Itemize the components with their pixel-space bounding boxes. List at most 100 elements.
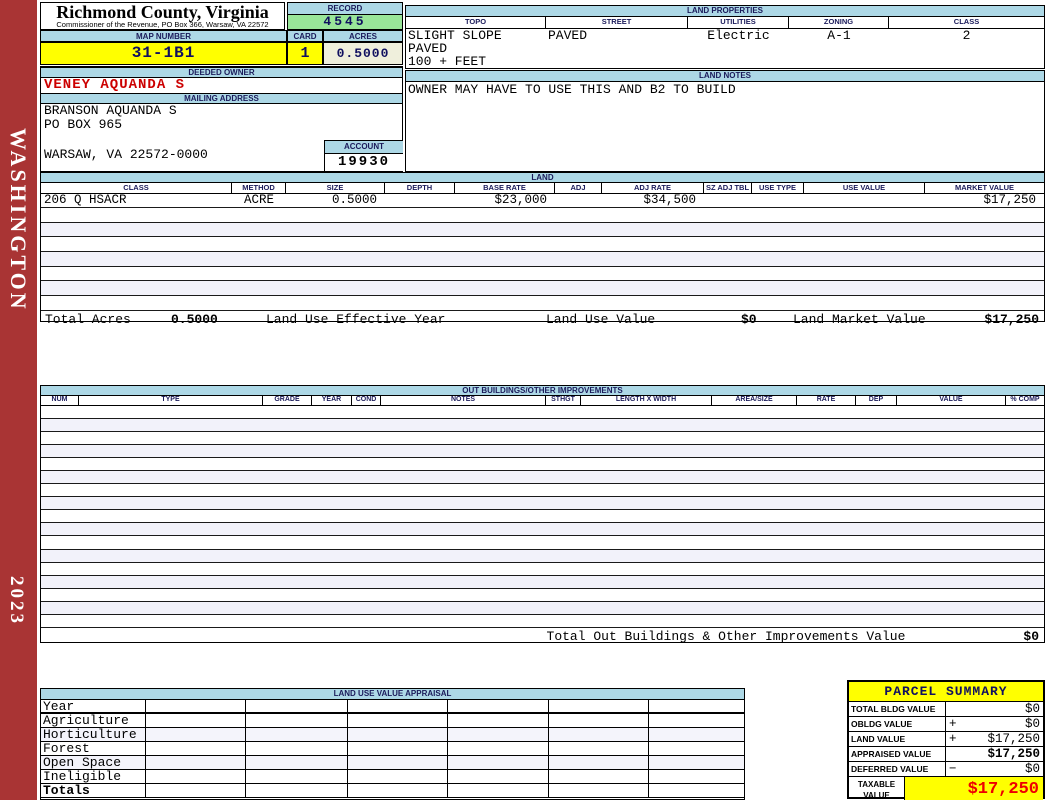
col-depth: DEPTH bbox=[385, 183, 455, 194]
binder-sidebar: WASHINGTON 2023 bbox=[0, 0, 37, 800]
col-street: STREET bbox=[546, 17, 688, 29]
col-year: YEAR bbox=[312, 396, 352, 406]
land-notes-title: LAND NOTES bbox=[406, 71, 1044, 82]
summary-label: APPRAISED VALUE bbox=[849, 747, 946, 762]
col-length-width: LENGTH X WIDTH bbox=[581, 396, 712, 406]
land-section: LAND CLASS METHOD SIZE DEPTH BASE RATE A… bbox=[40, 172, 1045, 327]
empty-row bbox=[41, 406, 1044, 420]
account-value: 19930 bbox=[337, 154, 390, 170]
summary-op: + bbox=[949, 732, 957, 746]
topo-value-2: PAVED bbox=[408, 42, 448, 55]
col-adj-rate: ADJ RATE bbox=[602, 183, 704, 194]
col-zoning: ZONING bbox=[789, 17, 889, 29]
map-number-label: MAP NUMBER bbox=[40, 30, 287, 42]
county-title: Richmond County, Virginia bbox=[56, 2, 269, 22]
col-class: CLASS bbox=[889, 17, 1044, 29]
land-notes-section: LAND NOTES OWNER MAY HAVE TO USE THIS AN… bbox=[405, 70, 1045, 172]
col-adj: ADJ bbox=[555, 183, 602, 194]
appraisal-row-forest: Forest bbox=[41, 742, 744, 756]
land-market-value-value: $17,250 bbox=[983, 194, 1036, 207]
total-acres-value: 0.5000 bbox=[171, 311, 218, 327]
appraisal-row-open-space: Open Space bbox=[41, 756, 744, 770]
card-value: 1 bbox=[287, 42, 323, 65]
appraisal-row-agriculture: Agriculture bbox=[41, 714, 744, 728]
land-properties-title: LAND PROPERTIES bbox=[406, 6, 1044, 17]
class-value: 2 bbox=[962, 29, 971, 42]
empty-row bbox=[41, 296, 1044, 311]
out-buildings-empty-rows bbox=[41, 406, 1044, 628]
empty-row bbox=[41, 497, 1044, 511]
col-value: VALUE bbox=[897, 396, 1006, 406]
summary-value: $0 bbox=[1024, 762, 1040, 776]
summary-row-deferred: DEFERRED VALUE − $0 bbox=[849, 762, 1043, 777]
parcel-summary-section: PARCEL SUMMARY TOTAL BLDG VALUE $0 OBLDG… bbox=[847, 680, 1045, 800]
land-base-rate-value: $23,000 bbox=[494, 194, 547, 207]
summary-value: $0 bbox=[1024, 702, 1040, 716]
summary-op: + bbox=[949, 717, 957, 731]
commissioner-line: Commissioner of the Revenue, PO Box 366,… bbox=[56, 20, 269, 29]
empty-row bbox=[41, 458, 1044, 472]
empty-row bbox=[41, 589, 1044, 602]
map-number-value: 31-1B1 bbox=[40, 42, 287, 65]
sidebar-state-label: WASHINGTON bbox=[6, 128, 31, 312]
summary-label: LAND VALUE bbox=[849, 732, 946, 747]
col-utilities: UTILITIES bbox=[688, 17, 789, 29]
empty-row bbox=[41, 601, 1044, 615]
col-pct-comp: % COMP bbox=[1006, 396, 1044, 406]
col-cond: COND bbox=[352, 396, 381, 406]
appraisal-row-ineligible: Ineligible bbox=[41, 770, 744, 784]
empty-row bbox=[41, 419, 1044, 433]
empty-row bbox=[41, 510, 1044, 524]
empty-row bbox=[41, 281, 1044, 297]
out-buildings-header: NUM TYPE GRADE YEAR COND NOTES STHGT LEN… bbox=[41, 396, 1044, 406]
account-label: ACCOUNT bbox=[325, 141, 403, 154]
col-use-value: USE VALUE bbox=[804, 183, 925, 194]
appraisal-row-year: Year bbox=[41, 700, 744, 714]
appraisal-label: Open Space bbox=[41, 756, 146, 770]
appraisal-title: LAND USE VALUE APPRAISAL bbox=[41, 689, 744, 700]
owner-block: DEEDED OWNER VENEY AQUANDA S MAILING ADD… bbox=[40, 66, 403, 172]
taxable-value: $17,250 bbox=[905, 777, 1043, 800]
land-notes-text: OWNER MAY HAVE TO USE THIS AND B2 TO BUI… bbox=[408, 82, 736, 96]
land-use-value-total: $0 bbox=[741, 311, 757, 327]
land-properties-header: TOPO STREET UTILITIES ZONING CLASS bbox=[406, 17, 1044, 29]
record-value: 4545 bbox=[287, 15, 403, 30]
empty-row bbox=[41, 252, 1044, 267]
county-header: Richmond County, Virginia Commissioner o… bbox=[40, 2, 285, 30]
col-land-class: CLASS bbox=[41, 183, 232, 194]
col-topo: TOPO bbox=[406, 17, 546, 29]
total-acres-label: Total Acres bbox=[45, 311, 131, 327]
property-record-card: WASHINGTON 2023 Richmond County, Virgini… bbox=[0, 0, 1050, 800]
land-depth-value bbox=[385, 194, 455, 207]
col-grade: GRADE bbox=[263, 396, 312, 406]
land-market-value-total: $17,250 bbox=[984, 311, 1039, 327]
summary-label: DEFERRED VALUE bbox=[849, 762, 946, 777]
col-size: SIZE bbox=[286, 183, 385, 194]
summary-value: $17,250 bbox=[987, 747, 1040, 761]
land-use-appraisal-section: LAND USE VALUE APPRAISAL Year Agricultur… bbox=[40, 688, 745, 800]
appraisal-label: Year bbox=[41, 700, 146, 714]
empty-row bbox=[41, 432, 1044, 446]
topo-value-3: 100 + FEET bbox=[408, 55, 487, 68]
out-buildings-title: OUT BUILDINGS/OTHER IMPROVEMENTS bbox=[41, 386, 1044, 396]
empty-row bbox=[41, 563, 1044, 576]
col-sz-adj-tbl: SZ ADJ TBL bbox=[704, 183, 752, 194]
col-area-size: AREA/SIZE bbox=[712, 396, 797, 406]
col-dep: DEP bbox=[856, 396, 897, 406]
land-use-value-value bbox=[804, 194, 925, 207]
col-sthgt: STHGT bbox=[546, 396, 581, 406]
summary-row-land: LAND VALUE + $17,250 bbox=[849, 732, 1043, 747]
acres-label: ACRES bbox=[323, 30, 403, 42]
land-header: CLASS METHOD SIZE DEPTH BASE RATE ADJ AD… bbox=[41, 183, 1044, 194]
appraisal-label: Forest bbox=[41, 742, 146, 756]
col-type: TYPE bbox=[79, 396, 263, 406]
empty-row bbox=[41, 267, 1044, 282]
land-title: LAND bbox=[41, 173, 1044, 183]
deeded-owner-label: DEEDED OWNER bbox=[41, 67, 402, 78]
street-value: PAVED bbox=[548, 29, 588, 42]
land-properties-section: LAND PROPERTIES TOPO STREET UTILITIES ZO… bbox=[405, 5, 1045, 69]
appraisal-label: Ineligible bbox=[41, 770, 146, 784]
mailing-line-1: BRANSON AQUANDA S bbox=[44, 104, 177, 118]
out-buildings-total-label: Total Out Buildings & Other Improvements… bbox=[546, 629, 906, 645]
empty-row bbox=[41, 615, 1044, 628]
